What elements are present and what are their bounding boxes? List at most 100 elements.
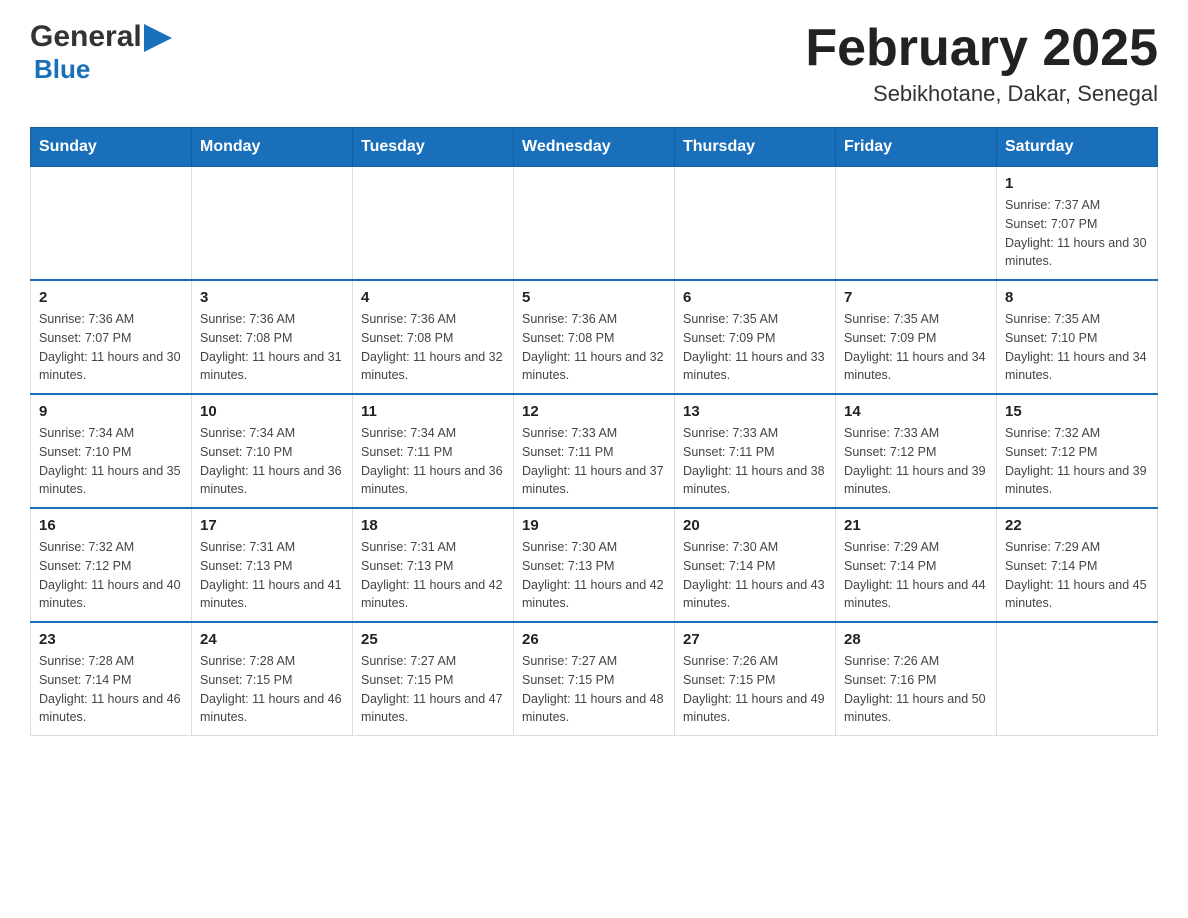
day-number: 4: [361, 289, 505, 306]
day-info: Sunrise: 7:27 AMSunset: 7:15 PMDaylight:…: [361, 652, 505, 727]
day-info: Sunrise: 7:28 AMSunset: 7:14 PMDaylight:…: [39, 652, 183, 727]
calendar-cell: 9 Sunrise: 7:34 AMSunset: 7:10 PMDaylight…: [31, 394, 192, 508]
calendar-cell: 13 Sunrise: 7:33 AMSunset: 7:11 PMDayligh…: [675, 394, 836, 508]
day-info: Sunrise: 7:35 AMSunset: 7:09 PMDaylight:…: [683, 310, 827, 385]
calendar-cell: 1Sunrise: 7:37 AMSunset: 7:07 PMDaylight…: [997, 167, 1158, 281]
calendar-cell: 10 Sunrise: 7:34 AMSunset: 7:10 PMDayligh…: [192, 394, 353, 508]
calendar-cell: 18Sunrise: 7:31 AMSunset: 7:13 PMDayligh…: [353, 508, 514, 622]
day-info: Sunrise: 7:33 AMSunset: 7:12 PMDaylight:…: [844, 424, 988, 499]
calendar-cell: 19 Sunrise: 7:30 AMSunset: 7:13 PMDayligh…: [514, 508, 675, 622]
day-number: 24: [200, 631, 344, 648]
logo-arrow-icon: [144, 24, 172, 52]
calendar-cell: 23Sunrise: 7:28 AMSunset: 7:14 PMDayligh…: [31, 622, 192, 736]
day-info: Sunrise: 7:34 AMSunset: 7:10 PMDaylight:…: [200, 424, 344, 499]
calendar-cell: 4 Sunrise: 7:36 AMSunset: 7:08 PMDaylight…: [353, 280, 514, 394]
day-number: 14: [844, 403, 988, 420]
calendar-cell: 25 Sunrise: 7:27 AMSunset: 7:15 PMDayligh…: [353, 622, 514, 736]
day-number: 27: [683, 631, 827, 648]
calendar-cell: 27 Sunrise: 7:26 AMSunset: 7:15 PMDayligh…: [675, 622, 836, 736]
day-number: 5: [522, 289, 666, 306]
title-block: February 2025 Sebikhotane, Dakar, Senega…: [805, 20, 1158, 107]
calendar-header-row: SundayMondayTuesdayWednesdayThursdayFrid…: [31, 128, 1158, 167]
calendar-title: February 2025: [805, 20, 1158, 77]
day-number: 28: [844, 631, 988, 648]
calendar-cell: [997, 622, 1158, 736]
day-info: Sunrise: 7:35 AMSunset: 7:10 PMDaylight:…: [1005, 310, 1149, 385]
day-of-week-header: Tuesday: [353, 128, 514, 167]
day-of-week-header: Thursday: [675, 128, 836, 167]
day-info: Sunrise: 7:29 AMSunset: 7:14 PMDaylight:…: [844, 538, 988, 613]
calendar-cell: 15 Sunrise: 7:32 AMSunset: 7:12 PMDayligh…: [997, 394, 1158, 508]
calendar-cell: 11 Sunrise: 7:34 AMSunset: 7:11 PMDayligh…: [353, 394, 514, 508]
day-info: Sunrise: 7:32 AMSunset: 7:12 PMDaylight:…: [39, 538, 183, 613]
logo-blue-text: Blue: [34, 54, 90, 84]
logo-general-text: General: [30, 20, 142, 54]
day-info: Sunrise: 7:35 AMSunset: 7:09 PMDaylight:…: [844, 310, 988, 385]
day-info: Sunrise: 7:32 AMSunset: 7:12 PMDaylight:…: [1005, 424, 1149, 499]
day-number: 6: [683, 289, 827, 306]
day-number: 22: [1005, 517, 1149, 534]
calendar-cell: 26Sunrise: 7:27 AMSunset: 7:15 PMDayligh…: [514, 622, 675, 736]
day-info: Sunrise: 7:33 AMSunset: 7:11 PMDaylight:…: [522, 424, 666, 499]
day-info: Sunrise: 7:36 AMSunset: 7:08 PMDaylight:…: [522, 310, 666, 385]
day-number: 16: [39, 517, 183, 534]
calendar-cell: [353, 167, 514, 281]
day-number: 10: [200, 403, 344, 420]
day-info: Sunrise: 7:26 AMSunset: 7:15 PMDaylight:…: [683, 652, 827, 727]
day-of-week-header: Sunday: [31, 128, 192, 167]
day-info: Sunrise: 7:28 AMSunset: 7:15 PMDaylight:…: [200, 652, 344, 727]
calendar-cell: [514, 167, 675, 281]
calendar-table: SundayMondayTuesdayWednesdayThursdayFrid…: [30, 127, 1158, 736]
day-number: 19: [522, 517, 666, 534]
day-number: 21: [844, 517, 988, 534]
day-info: Sunrise: 7:36 AMSunset: 7:08 PMDaylight:…: [361, 310, 505, 385]
day-info: Sunrise: 7:33 AMSunset: 7:11 PMDaylight:…: [683, 424, 827, 499]
calendar-cell: 24 Sunrise: 7:28 AMSunset: 7:15 PMDayligh…: [192, 622, 353, 736]
day-info: Sunrise: 7:27 AMSunset: 7:15 PMDaylight:…: [522, 652, 666, 727]
calendar-cell: 22 Sunrise: 7:29 AMSunset: 7:14 PMDayligh…: [997, 508, 1158, 622]
day-info: Sunrise: 7:30 AMSunset: 7:14 PMDaylight:…: [683, 538, 827, 613]
day-number: 8: [1005, 289, 1149, 306]
day-info: Sunrise: 7:34 AMSunset: 7:11 PMDaylight:…: [361, 424, 505, 499]
day-number: 15: [1005, 403, 1149, 420]
day-number: 17: [200, 517, 344, 534]
day-of-week-header: Friday: [836, 128, 997, 167]
day-number: 3: [200, 289, 344, 306]
day-info: Sunrise: 7:30 AMSunset: 7:13 PMDaylight:…: [522, 538, 666, 613]
calendar-cell: [192, 167, 353, 281]
calendar-cell: 14 Sunrise: 7:33 AMSunset: 7:12 PMDayligh…: [836, 394, 997, 508]
day-info: Sunrise: 7:34 AMSunset: 7:10 PMDaylight:…: [39, 424, 183, 499]
calendar-week-row: 2Sunrise: 7:36 AMSunset: 7:07 PMDaylight…: [31, 280, 1158, 394]
day-number: 2: [39, 289, 183, 306]
calendar-cell: 8 Sunrise: 7:35 AMSunset: 7:10 PMDaylight…: [997, 280, 1158, 394]
day-of-week-header: Wednesday: [514, 128, 675, 167]
day-info: Sunrise: 7:37 AMSunset: 7:07 PMDaylight:…: [1005, 196, 1149, 271]
day-number: 11: [361, 403, 505, 420]
day-info: Sunrise: 7:31 AMSunset: 7:13 PMDaylight:…: [200, 538, 344, 613]
calendar-cell: 16 Sunrise: 7:32 AMSunset: 7:12 PMDayligh…: [31, 508, 192, 622]
day-info: Sunrise: 7:36 AMSunset: 7:08 PMDaylight:…: [200, 310, 344, 385]
day-number: 12: [522, 403, 666, 420]
calendar-cell: 3 Sunrise: 7:36 AMSunset: 7:08 PMDaylight…: [192, 280, 353, 394]
calendar-cell: 5 Sunrise: 7:36 AMSunset: 7:08 PMDaylight…: [514, 280, 675, 394]
day-number: 13: [683, 403, 827, 420]
calendar-week-row: 23Sunrise: 7:28 AMSunset: 7:14 PMDayligh…: [31, 622, 1158, 736]
day-number: 9: [39, 403, 183, 420]
calendar-cell: 2Sunrise: 7:36 AMSunset: 7:07 PMDaylight…: [31, 280, 192, 394]
calendar-cell: 7 Sunrise: 7:35 AMSunset: 7:09 PMDaylight…: [836, 280, 997, 394]
day-number: 7: [844, 289, 988, 306]
calendar-cell: 6 Sunrise: 7:35 AMSunset: 7:09 PMDaylight…: [675, 280, 836, 394]
calendar-cell: 12 Sunrise: 7:33 AMSunset: 7:11 PMDayligh…: [514, 394, 675, 508]
day-number: 20: [683, 517, 827, 534]
day-of-week-header: Monday: [192, 128, 353, 167]
calendar-week-row: 16 Sunrise: 7:32 AMSunset: 7:12 PMDayligh…: [31, 508, 1158, 622]
calendar-cell: [31, 167, 192, 281]
day-info: Sunrise: 7:29 AMSunset: 7:14 PMDaylight:…: [1005, 538, 1149, 613]
day-number: 18: [361, 517, 505, 534]
calendar-cell: 20 Sunrise: 7:30 AMSunset: 7:14 PMDayligh…: [675, 508, 836, 622]
logo: General Blue: [30, 20, 172, 85]
day-number: 25: [361, 631, 505, 648]
calendar-cell: 17 Sunrise: 7:31 AMSunset: 7:13 PMDayligh…: [192, 508, 353, 622]
page-header: General Blue February 2025 Sebikhotane, …: [30, 20, 1158, 107]
calendar-cell: [675, 167, 836, 281]
